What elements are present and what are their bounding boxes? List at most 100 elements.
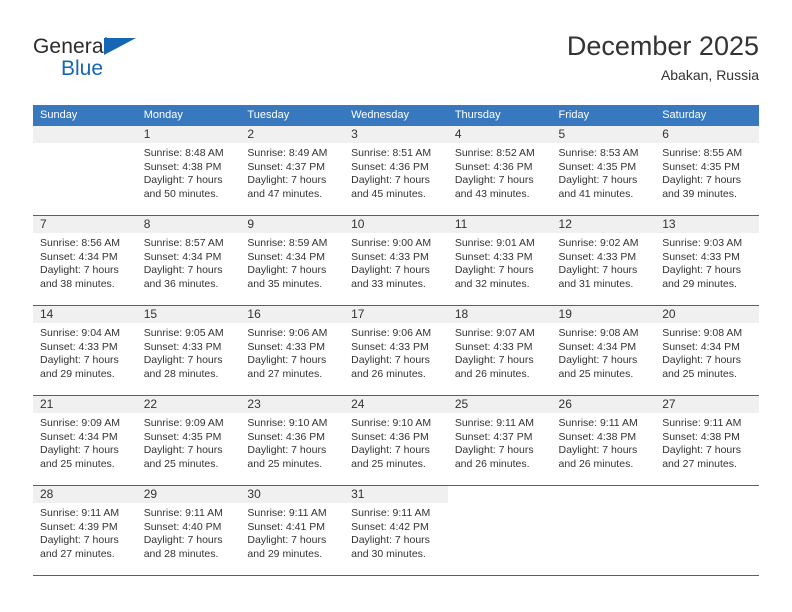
sunset-time: Sunset: 4:33 PM xyxy=(351,340,429,353)
sunset-time: Sunset: 4:33 PM xyxy=(558,250,637,263)
calendar-day-cell[interactable]: 30 Sunrise: 9:11 AM Sunset: 4:41 PM Dayligh… xyxy=(240,485,345,575)
daylight-duration-line2: and 27 minutes. xyxy=(40,547,115,560)
daylight-duration-line1: Daylight: 7 hours xyxy=(454,264,534,277)
day-number: 9 xyxy=(240,216,345,233)
calendar-day-cell[interactable]: 18 Sunrise: 9:07 AM Sunset: 4:33 PM Dayligh… xyxy=(447,305,552,396)
weekday-header-friday: Friday xyxy=(551,105,656,126)
calendar-day-cell[interactable]: 5 Sunrise: 8:53 AM Sunset: 4:35 PM Daylight… xyxy=(551,126,656,216)
daylight-duration-line2: and 29 minutes. xyxy=(662,277,737,290)
day-details: Sunrise: 9:11 AM Sunset: 4:41 PM Daylight:… xyxy=(240,503,344,561)
calendar-day-cell[interactable]: 28 Sunrise: 9:11 AM Sunset: 4:39 PM Dayligh… xyxy=(33,485,137,575)
daylight-duration-line1: Daylight: 7 hours xyxy=(40,534,119,547)
calendar-week-row: 1 Sunrise: 8:48 AM Sunset: 4:38 PM Daylight… xyxy=(33,126,759,216)
sunrise-time: Sunrise: 9:02 AM xyxy=(558,237,639,249)
daylight-duration-line2: and 33 minutes. xyxy=(351,277,426,290)
calendar-day-cell[interactable]: 6 Sunrise: 8:55 AM Sunset: 4:35 PM Daylight… xyxy=(655,126,759,216)
sunset-time: Sunset: 4:36 PM xyxy=(351,430,429,443)
calendar-day-cell[interactable]: 26 Sunrise: 9:11 AM Sunset: 4:38 PM Dayligh… xyxy=(551,395,656,486)
page-title: December 2025 xyxy=(566,31,759,61)
daylight-duration-line2: and 28 minutes. xyxy=(143,367,219,380)
calendar-week-row: 14 Sunrise: 9:04 AM Sunset: 4:33 PM Dayligh… xyxy=(33,305,759,396)
calendar-day-cell[interactable]: 12 Sunrise: 9:02 AM Sunset: 4:33 PM Dayligh… xyxy=(551,215,656,306)
daylight-duration-line1: Daylight: 7 hours xyxy=(351,444,430,457)
sunrise-time: Sunrise: 8:49 AM xyxy=(247,147,328,159)
calendar-day-cell[interactable]: 29 Sunrise: 9:11 AM Sunset: 4:40 PM Dayligh… xyxy=(136,485,241,575)
sunset-time: Sunset: 4:33 PM xyxy=(143,340,222,353)
daylight-duration-line1: Daylight: 7 hours xyxy=(143,444,223,457)
day-details: Sunrise: 9:08 AM Sunset: 4:34 PM Daylight:… xyxy=(552,323,656,381)
day-number: 6 xyxy=(655,126,759,143)
calendar-day-cell[interactable]: 4 Sunrise: 8:52 AM Sunset: 4:36 PM Daylight… xyxy=(447,126,552,216)
day-number: 23 xyxy=(240,396,345,413)
daylight-duration-line1: Daylight: 7 hours xyxy=(351,534,430,547)
daylight-duration-line1: Daylight: 7 hours xyxy=(454,444,534,457)
day-details: Sunrise: 9:11 AM Sunset: 4:38 PM Daylight:… xyxy=(552,413,656,471)
brand-logo[interactable]: General Blue xyxy=(33,34,233,81)
calendar-day-cell[interactable]: 24 Sunrise: 9:10 AM Sunset: 4:36 PM Dayligh… xyxy=(344,395,448,486)
calendar-day-cell[interactable]: 25 Sunrise: 9:11 AM Sunset: 4:37 PM Dayligh… xyxy=(447,395,552,486)
daylight-duration-line2: and 39 minutes. xyxy=(662,187,737,200)
day-number: 4 xyxy=(447,126,552,143)
daylight-duration-line1: Daylight: 7 hours xyxy=(558,264,638,277)
sunrise-time: Sunrise: 9:07 AM xyxy=(454,327,535,339)
day-number xyxy=(33,126,137,143)
calendar-day-cell[interactable]: 16 Sunrise: 9:06 AM Sunset: 4:33 PM Dayligh… xyxy=(240,305,345,396)
day-number xyxy=(655,486,759,503)
day-details: Sunrise: 9:03 AM Sunset: 4:33 PM Daylight:… xyxy=(655,233,759,291)
calendar-day-cell[interactable]: 9 Sunrise: 8:59 AM Sunset: 4:34 PM Daylight… xyxy=(240,215,345,306)
calendar-grid: Sunday Monday Tuesday Wednesday Thursday… xyxy=(33,105,759,575)
day-number: 18 xyxy=(447,306,552,323)
day-details: Sunrise: 9:04 AM Sunset: 4:33 PM Daylight:… xyxy=(33,323,137,381)
calendar-day-cell[interactable]: 23 Sunrise: 9:10 AM Sunset: 4:36 PM Dayligh… xyxy=(240,395,345,486)
sunset-time: Sunset: 4:40 PM xyxy=(143,520,222,533)
calendar-day-cell[interactable]: 14 Sunrise: 9:04 AM Sunset: 4:33 PM Dayligh… xyxy=(33,305,137,396)
calendar-day-cell[interactable]: 7 Sunrise: 8:56 AM Sunset: 4:34 PM Daylight… xyxy=(33,215,137,306)
calendar-day-cell[interactable]: 8 Sunrise: 8:57 AM Sunset: 4:34 PM Daylight… xyxy=(136,215,241,306)
sunset-time: Sunset: 4:33 PM xyxy=(40,340,118,353)
weekday-header-monday: Monday xyxy=(136,105,241,126)
calendar-day-cell[interactable]: 1 Sunrise: 8:48 AM Sunset: 4:38 PM Daylight… xyxy=(136,126,241,216)
calendar-day-cell[interactable]: 21 Sunrise: 9:09 AM Sunset: 4:34 PM Dayligh… xyxy=(33,395,137,486)
day-number: 29 xyxy=(136,486,241,503)
day-number: 13 xyxy=(655,216,759,233)
calendar-day-cell[interactable]: 15 Sunrise: 9:05 AM Sunset: 4:33 PM Dayligh… xyxy=(136,305,241,396)
sunrise-time: Sunrise: 9:11 AM xyxy=(351,507,431,519)
blue-triangle-icon xyxy=(104,38,136,55)
calendar-day-cell[interactable]: 3 Sunrise: 8:51 AM Sunset: 4:36 PM Daylight… xyxy=(344,126,448,216)
daylight-duration-line1: Daylight: 7 hours xyxy=(351,354,430,367)
sunset-time: Sunset: 4:37 PM xyxy=(454,430,533,443)
day-number: 31 xyxy=(344,486,448,503)
calendar-day-cell[interactable]: 27 Sunrise: 9:11 AM Sunset: 4:38 PM Dayligh… xyxy=(655,395,759,486)
sunrise-time: Sunrise: 9:08 AM xyxy=(558,327,639,339)
page-header: General Blue December 2025 Abakan, Russi… xyxy=(33,30,759,100)
day-details: Sunrise: 8:48 AM Sunset: 4:38 PM Daylight:… xyxy=(137,143,241,201)
daylight-duration-line1: Daylight: 7 hours xyxy=(662,174,742,187)
calendar-day-cell[interactable]: 19 Sunrise: 9:08 AM Sunset: 4:34 PM Dayligh… xyxy=(551,305,656,396)
daylight-duration-line1: Daylight: 7 hours xyxy=(40,354,119,367)
calendar-day-cell[interactable]: 2 Sunrise: 8:49 AM Sunset: 4:37 PM Daylight… xyxy=(240,126,345,216)
sunrise-time: Sunrise: 8:56 AM xyxy=(40,237,120,249)
daylight-duration-line2: and 26 minutes. xyxy=(454,457,530,470)
day-number: 7 xyxy=(33,216,137,233)
day-details: Sunrise: 9:02 AM Sunset: 4:33 PM Daylight:… xyxy=(552,233,656,291)
daylight-duration-line2: and 50 minutes. xyxy=(143,187,219,200)
calendar-day-cell[interactable]: 31 Sunrise: 9:11 AM Sunset: 4:42 PM Dayligh… xyxy=(344,485,448,575)
sunset-time: Sunset: 4:34 PM xyxy=(40,430,118,443)
calendar-day-cell[interactable]: 17 Sunrise: 9:06 AM Sunset: 4:33 PM Dayligh… xyxy=(344,305,448,396)
calendar-day-cell[interactable]: 11 Sunrise: 9:01 AM Sunset: 4:33 PM Dayligh… xyxy=(447,215,552,306)
sunset-time: Sunset: 4:38 PM xyxy=(558,430,637,443)
sunset-time: Sunset: 4:38 PM xyxy=(143,160,222,173)
calendar-body: 1 Sunrise: 8:48 AM Sunset: 4:38 PM Daylight… xyxy=(33,126,759,575)
calendar-day-cell[interactable]: 20 Sunrise: 9:08 AM Sunset: 4:34 PM Dayligh… xyxy=(655,305,759,396)
calendar-day-cell[interactable]: 10 Sunrise: 9:00 AM Sunset: 4:33 PM Dayligh… xyxy=(344,215,448,306)
daylight-duration-line1: Daylight: 7 hours xyxy=(662,264,742,277)
day-details: Sunrise: 8:57 AM Sunset: 4:34 PM Daylight:… xyxy=(137,233,241,291)
calendar-day-cell[interactable]: 22 Sunrise: 9:09 AM Sunset: 4:35 PM Dayligh… xyxy=(136,395,241,486)
day-number: 15 xyxy=(136,306,241,323)
sunrise-time: Sunrise: 9:00 AM xyxy=(351,237,432,249)
weekday-header-wednesday: Wednesday xyxy=(344,105,448,126)
day-details: Sunrise: 9:11 AM Sunset: 4:42 PM Daylight:… xyxy=(344,503,448,561)
day-number: 22 xyxy=(136,396,241,413)
calendar-day-cell[interactable]: 13 Sunrise: 9:03 AM Sunset: 4:33 PM Dayligh… xyxy=(655,215,759,306)
daylight-duration-line2: and 47 minutes. xyxy=(247,187,323,200)
